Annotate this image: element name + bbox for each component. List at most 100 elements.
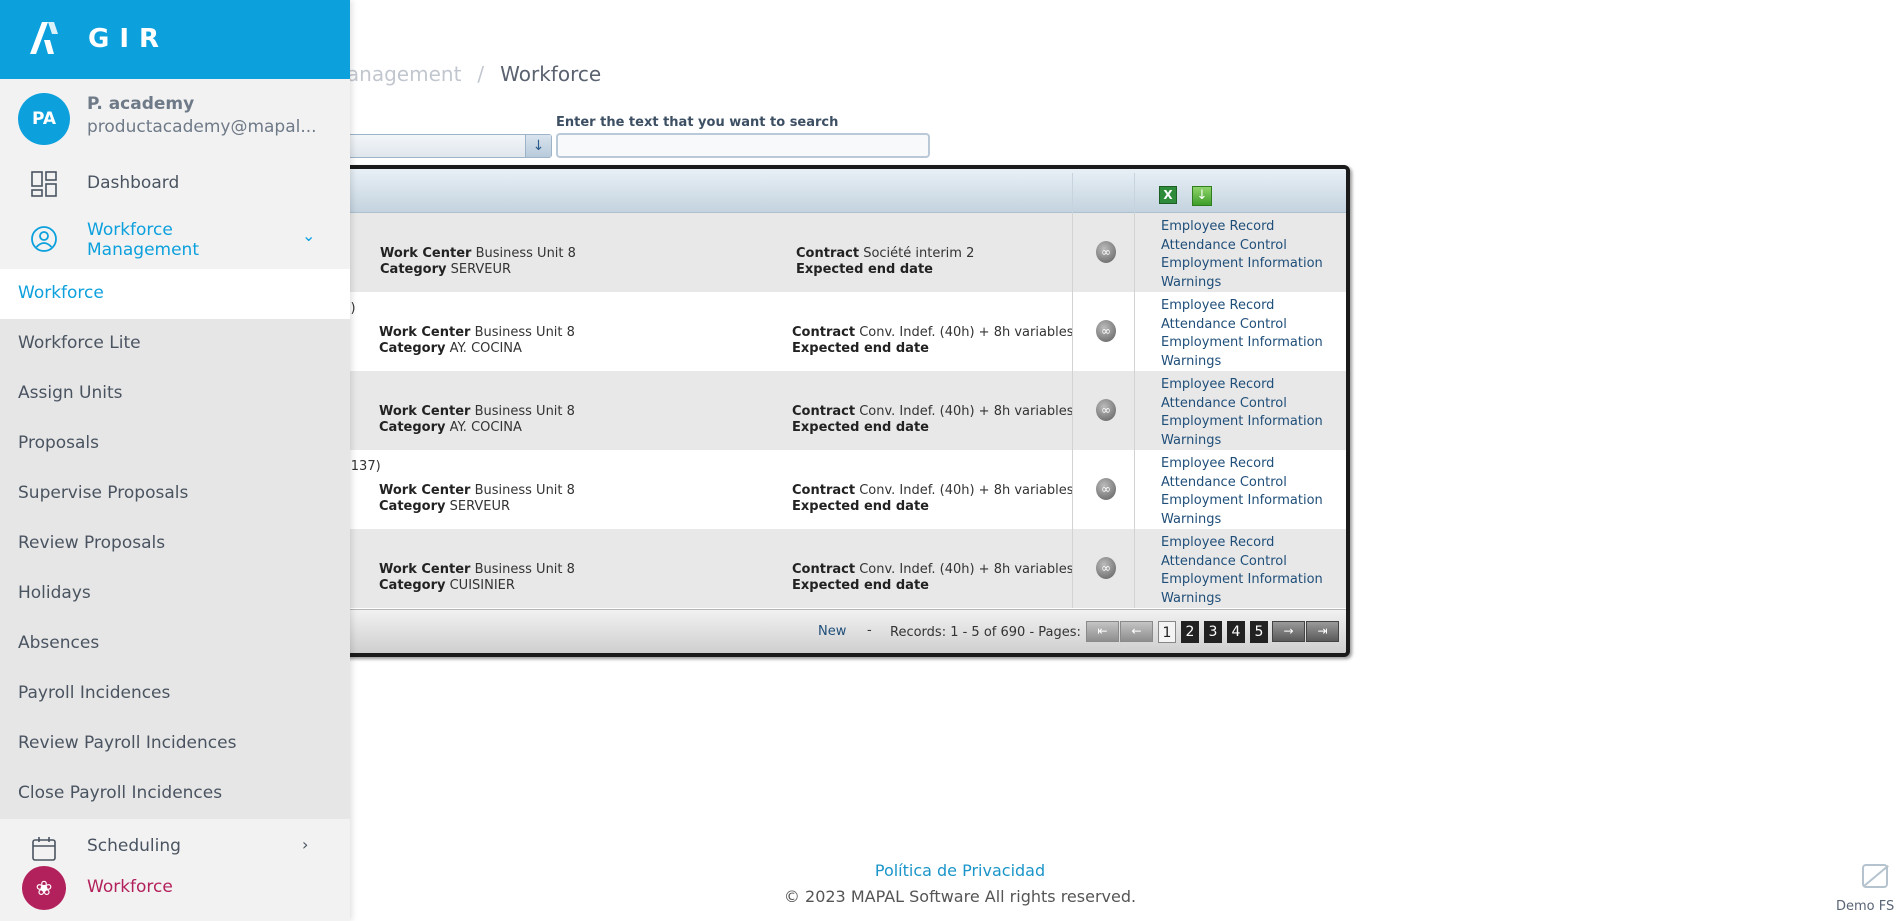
attachment-icon[interactable]: ∞ [1096, 241, 1116, 263]
employment-information-link[interactable]: Employment Information [1161, 413, 1323, 432]
last-page-icon[interactable]: ⇥ [1306, 621, 1339, 642]
sidebar-item-scheduling[interactable]: Scheduling › [0, 830, 350, 861]
demo-environment-label: Demo FS [1836, 899, 1895, 914]
sidebar-item-workforce-management[interactable]: Workforce Management ⌄ [0, 214, 350, 266]
sidebar-item-supervise-proposals[interactable]: Supervise Proposals [0, 469, 350, 519]
employee-record-link[interactable]: Employee Record [1161, 218, 1323, 237]
employment-information-link[interactable]: Employment Information [1161, 255, 1323, 274]
table-row: Work Center Business Unit 8 Category AY.… [334, 371, 1346, 450]
sidebar-item-absences[interactable]: Absences [0, 619, 350, 669]
prev-page-icon[interactable]: ← [1120, 621, 1153, 642]
row-links: Employee Record Attendance Control Emplo… [1161, 376, 1323, 450]
table-row: 33) Work Center Business Unit 8 Category… [334, 292, 1346, 371]
first-page-icon[interactable]: ⇤ [1086, 621, 1119, 642]
warnings-link[interactable]: Warnings [1161, 590, 1323, 609]
warnings-link[interactable]: Warnings [1161, 274, 1323, 293]
employee-record-link[interactable]: Employee Record [1161, 376, 1323, 395]
attendance-control-link[interactable]: Attendance Control [1161, 474, 1323, 493]
contract-info: Contract Conv. Indef. (40h) + 8h variabl… [792, 404, 1074, 435]
employee-record-link[interactable]: Employee Record [1161, 534, 1323, 553]
table-row: Work Center Business Unit 8 Category CUI… [334, 529, 1346, 608]
sidebar-item-dashboard[interactable]: Dashboard [0, 163, 350, 205]
attachment-icon[interactable]: ∞ [1096, 399, 1116, 421]
download-icon[interactable]: ↓ [1192, 186, 1212, 206]
dashboard-icon [31, 171, 57, 197]
employment-information-link[interactable]: Employment Information [1161, 571, 1323, 590]
warnings-link[interactable]: Warnings [1161, 353, 1323, 372]
search-field-select[interactable]: ↓ [330, 134, 552, 158]
grid-header: X ↓ [334, 169, 1346, 213]
attachment-icon[interactable]: ∞ [1096, 557, 1116, 579]
app-switcher[interactable]: ❀ Workforce [0, 861, 350, 921]
sidebar-item-label: Workforce Management [87, 220, 199, 260]
pager-dash: - [867, 623, 872, 638]
user-name: P. academy [87, 94, 195, 114]
sidebar-item-close-payroll-incidences[interactable]: Close Payroll Incidences [0, 769, 350, 819]
contract-info: Contract Conv. Indef. (40h) + 8h variabl… [792, 325, 1074, 356]
gir-logo-icon[interactable] [28, 20, 60, 56]
row-links: Employee Record Attendance Control Emplo… [1161, 218, 1323, 292]
employee-record-link[interactable]: Employee Record [1161, 297, 1323, 316]
work-center-info: Work Center Business Unit 8 Category AY.… [379, 404, 575, 435]
workforce-app-icon: ❀ [22, 866, 66, 910]
sidebar-item-label: Scheduling [87, 836, 181, 856]
page-2-button[interactable]: 2 [1181, 621, 1199, 643]
sidebar-item-workforce-lite[interactable]: Workforce Lite [0, 319, 350, 369]
user-email: productacademy@mapal... [87, 117, 317, 137]
logo-text: GIR [88, 24, 170, 54]
employment-information-link[interactable]: Employment Information [1161, 492, 1323, 511]
work-center-info: Work Center Business Unit 8 Category SER… [379, 483, 575, 514]
attendance-control-link[interactable]: Attendance Control [1161, 316, 1323, 335]
excel-export-icon[interactable]: X [1159, 186, 1177, 204]
warnings-link[interactable]: Warnings [1161, 432, 1323, 451]
attachment-icon[interactable]: ∞ [1096, 320, 1116, 342]
contract-info: Contract Conv. Indef. (40h) + 8h variabl… [792, 562, 1074, 593]
sidebar-item-workforce[interactable]: Workforce [0, 269, 350, 319]
sidebar-item-holidays[interactable]: Holidays [0, 569, 350, 619]
warnings-link[interactable]: Warnings [1161, 511, 1323, 530]
workforce-management-submenu: Workforce Workforce Lite Assign Units Pr… [0, 269, 350, 819]
search-input[interactable] [556, 133, 930, 158]
sidebar-item-label: Dashboard [87, 173, 180, 193]
breadcrumb-separator: / [477, 62, 485, 86]
work-center-info: Work Center Business Unit 8 Category SER… [380, 246, 576, 277]
contract-info: Contract Conv. Indef. (40h) + 8h variabl… [792, 483, 1074, 514]
page-3-button[interactable]: 3 [1204, 621, 1222, 643]
work-center-info: Work Center Business Unit 8 Category AY.… [379, 325, 575, 356]
page-4-button[interactable]: 4 [1227, 621, 1245, 643]
table-row: : 1137) Work Center Business Unit 8 Cate… [334, 450, 1346, 529]
new-record-link[interactable]: New [818, 624, 846, 639]
user-circle-icon [31, 226, 57, 252]
user-profile[interactable]: PA P. academy productacademy@mapal... [0, 79, 350, 173]
sidebar-item-proposals[interactable]: Proposals [0, 419, 350, 469]
attendance-control-link[interactable]: Attendance Control [1161, 237, 1323, 256]
sidebar: GIR PA P. academy productacademy@mapal..… [0, 0, 350, 921]
employee-record-link[interactable]: Employee Record [1161, 455, 1323, 474]
sidebar-header: GIR [0, 0, 350, 79]
search-label: Enter the text that you want to search [556, 115, 839, 130]
eye-off-icon[interactable] [1862, 864, 1888, 888]
sidebar-item-review-proposals[interactable]: Review Proposals [0, 519, 350, 569]
dropdown-arrow-icon[interactable]: ↓ [525, 135, 551, 157]
work-center-info: Work Center Business Unit 8 Category CUI… [379, 562, 575, 593]
calendar-icon [32, 837, 56, 861]
records-count: Records: 1 - 5 of 690 - Pages: [890, 625, 1081, 640]
chevron-right-icon: › [302, 835, 309, 854]
attendance-control-link[interactable]: Attendance Control [1161, 553, 1323, 572]
chevron-down-icon: ⌄ [302, 226, 316, 245]
row-links: Employee Record Attendance Control Emplo… [1161, 455, 1323, 529]
next-page-icon[interactable]: → [1272, 621, 1305, 642]
attachment-icon[interactable]: ∞ [1096, 478, 1116, 500]
employment-information-link[interactable]: Employment Information [1161, 334, 1323, 353]
contract-info: Contract Société interim 2 Expected end … [796, 246, 975, 277]
grid-pager: New - Records: 1 - 5 of 690 - Pages: ⇤ ←… [334, 609, 1346, 653]
breadcrumb-current: Workforce [500, 62, 602, 86]
sidebar-item-review-payroll-incidences[interactable]: Review Payroll Incidences [0, 719, 350, 769]
sidebar-item-assign-units[interactable]: Assign Units [0, 369, 350, 419]
attendance-control-link[interactable]: Attendance Control [1161, 395, 1323, 414]
row-links: Employee Record Attendance Control Emplo… [1161, 534, 1323, 608]
page-1-button[interactable]: 1 [1158, 621, 1176, 643]
page-5-button[interactable]: 5 [1250, 621, 1268, 643]
sidebar-item-payroll-incidences[interactable]: Payroll Incidences [0, 669, 350, 719]
row-links: Employee Record Attendance Control Emplo… [1161, 297, 1323, 371]
